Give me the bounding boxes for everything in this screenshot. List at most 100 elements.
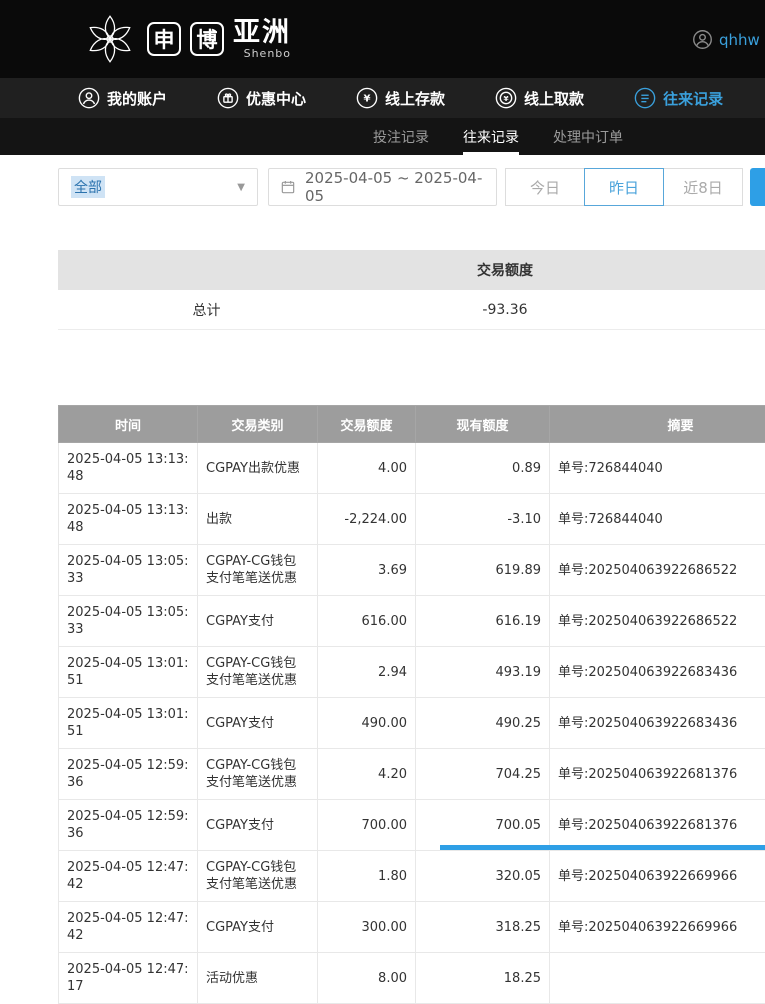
logo-char-shen: 申 [147,22,181,56]
column-header-amount: 交易额度 [318,406,416,443]
table-cell: 490.25 [416,698,550,749]
table-cell: CGPAY支付 [198,698,318,749]
table-cell: 2025-04-05 12:59:36 [59,800,198,851]
logo-subtitle: Shenbo [233,48,291,59]
nav-item-my-account[interactable]: 我的账户 [78,87,167,109]
table-cell: 单号:202504063922681376 [550,749,765,800]
svg-text:¥: ¥ [364,94,371,105]
table-cell: -2,224.00 [318,494,416,545]
table-cell: CGPAY出款优惠 [198,443,318,494]
calendar-icon [280,179,296,195]
table-row: 2025-04-05 13:13:48CGPAY出款优惠4.000.89单号:7… [59,443,765,494]
table-cell: CGPAY-CG钱包支付笔笔送优惠 [198,545,318,596]
table-cell: 2025-04-05 12:47:42 [59,851,198,902]
table-cell: 单号:202504063922686522 [550,545,765,596]
table-cell: 320.05 [416,851,550,902]
column-header-summary: 摘要 [550,406,765,443]
table-cell: CGPAY-CG钱包支付笔笔送优惠 [198,647,318,698]
nav-item-records[interactable]: 往来记录 [634,87,723,109]
table-cell: 2025-04-05 13:13:48 [59,443,198,494]
logo-char-bo: 博 [190,22,224,56]
yesterday-button[interactable]: 昨日 [584,168,664,206]
nav-item-promotions[interactable]: 优惠中心 [217,87,306,109]
table-cell: -3.10 [416,494,550,545]
table-cell [550,953,765,1004]
table-cell: 单号:202504063922683436 [550,698,765,749]
gift-icon [217,87,239,109]
table-cell: 704.25 [416,749,550,800]
table-cell: 2.94 [318,647,416,698]
table-row: 2025-04-05 12:59:36CGPAY支付700.00700.05单号… [59,800,765,851]
sub-nav: 投注记录 往来记录 处理中订单 [0,118,765,155]
summary-total-row: 总计 -93.36 [58,290,765,330]
table-cell: 2025-04-05 12:59:36 [59,749,198,800]
column-header-type: 交易类别 [198,406,318,443]
nav-item-withdraw[interactable]: ¥ 线上取款 [495,87,584,109]
category-dropdown-value: 全部 [71,176,105,198]
chevron-down-icon: ▼ [237,182,245,193]
records-table-body: 2025-04-05 13:13:48CGPAY出款优惠4.000.89单号:7… [59,443,765,1004]
column-header-time: 时间 [59,406,198,443]
table-cell: 2025-04-05 12:47:17 [59,953,198,1004]
table-cell: 出款 [198,494,318,545]
user-icon [78,87,100,109]
today-button[interactable]: 今日 [505,168,585,206]
category-dropdown[interactable]: 全部 ▼ [58,168,258,206]
summary-header-row: 交易额度 [58,250,765,290]
tab-betting-records[interactable]: 投注记录 [373,118,429,155]
table-cell: 活动优惠 [198,953,318,1004]
tab-transaction-records[interactable]: 往来记录 [463,118,519,155]
table-cell: 单号:202504063922669966 [550,902,765,953]
records-table: 时间 交易类别 交易额度 现有额度 摘要 2025-04-05 13:13:48… [58,405,765,1004]
summary-total-label: 总计 [58,300,355,320]
summary-amount-header: 交易额度 [355,260,655,280]
table-cell: 2025-04-05 13:01:51 [59,698,198,749]
table-cell: 2025-04-05 13:13:48 [59,494,198,545]
table-cell: 700.05 [416,800,550,851]
table-cell: 2025-04-05 13:05:33 [59,596,198,647]
table-cell: 0.89 [416,443,550,494]
nav-label: 我的账户 [107,88,167,109]
user-account[interactable]: qhhw [692,29,760,50]
table-cell: 单号:726844040 [550,443,765,494]
top-header: 申 博 亚洲 Shenbo qhhw [0,0,765,78]
table-cell: 1.80 [318,851,416,902]
nav-label: 线上存款 [385,88,445,109]
search-button[interactable] [750,168,765,206]
tab-processing-orders[interactable]: 处理中订单 [553,118,623,155]
table-cell: 493.19 [416,647,550,698]
table-row: 2025-04-05 13:05:33CGPAY支付616.00616.19单号… [59,596,765,647]
footer-bar [440,845,765,850]
nav-label: 线上取款 [524,88,584,109]
withdraw-coin-icon: ¥ [495,87,517,109]
table-cell: CGPAY-CG钱包支付笔笔送优惠 [198,749,318,800]
user-avatar-icon [692,29,713,50]
table-row: 2025-04-05 12:47:42CGPAY支付300.00318.25单号… [59,902,765,953]
nav-item-deposit[interactable]: ¥ 线上存款 [356,87,445,109]
filter-row: 全部 ▼ 2025-04-05 ~ 2025-04-05 今日 昨日 近8日 [58,168,765,206]
table-cell: 616.19 [416,596,550,647]
table-cell: 2025-04-05 12:47:42 [59,902,198,953]
date-range-value: 2025-04-05 ~ 2025-04-05 [305,169,496,205]
quick-range-group: 今日 昨日 近8日 [505,168,743,206]
records-icon [634,87,656,109]
svg-text:¥: ¥ [503,94,509,103]
site-logo[interactable]: 申 博 亚洲 Shenbo [82,11,291,67]
table-cell: CGPAY支付 [198,800,318,851]
table-row: 2025-04-05 13:13:48出款-2,224.00-3.10单号:72… [59,494,765,545]
table-cell: 4.00 [318,443,416,494]
nav-label: 往来记录 [663,88,723,109]
table-cell: 单号:202504063922681376 [550,800,765,851]
table-header-row: 时间 交易类别 交易额度 现有额度 摘要 [59,406,765,443]
table-cell: 318.25 [416,902,550,953]
table-cell: CGPAY支付 [198,596,318,647]
last-8-days-button[interactable]: 近8日 [663,168,743,206]
date-range-picker[interactable]: 2025-04-05 ~ 2025-04-05 [268,168,497,206]
table-cell: 单号:726844040 [550,494,765,545]
table-cell: 2025-04-05 13:01:51 [59,647,198,698]
table-row: 2025-04-05 12:47:17活动优惠8.0018.25 [59,953,765,1004]
table-cell: 4.20 [318,749,416,800]
table-row: 2025-04-05 12:47:42CGPAY-CG钱包支付笔笔送优惠1.80… [59,851,765,902]
table-row: 2025-04-05 13:01:51CGPAY-CG钱包支付笔笔送优惠2.94… [59,647,765,698]
table-cell: CGPAY支付 [198,902,318,953]
